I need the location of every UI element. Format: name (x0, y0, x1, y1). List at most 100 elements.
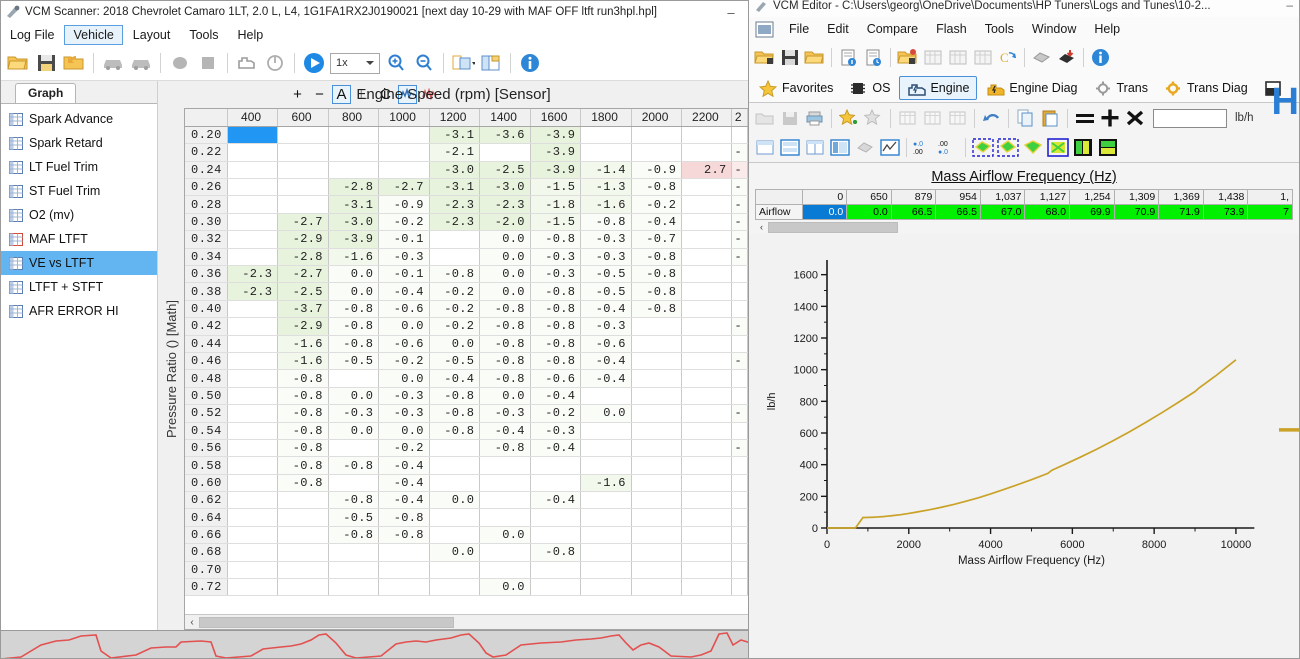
ve-grid-cell[interactable] (731, 422, 748, 440)
maf-cell[interactable]: 73.9 (1202, 204, 1249, 220)
ve-grid-cell[interactable] (681, 404, 733, 423)
ve-grid-row-header[interactable]: 0.68 (185, 543, 228, 562)
ve-grid-cell[interactable] (631, 543, 683, 562)
ve-grid-cell[interactable]: -0.3 (530, 248, 582, 267)
ve-grid-cell[interactable] (731, 387, 748, 406)
ve-grid-cell[interactable]: -0.8 (631, 178, 683, 197)
ve-grid-cell[interactable] (731, 578, 748, 597)
ve-grid-cell[interactable] (328, 578, 380, 597)
ve-grid-cell[interactable] (631, 369, 683, 388)
zoom-in-icon[interactable] (382, 49, 410, 77)
ve-grid-cell[interactable] (580, 126, 632, 145)
ve-grid-cell[interactable] (227, 561, 279, 580)
ve-grid-cell[interactable]: -0.4 (530, 439, 582, 458)
ve-grid-cell[interactable] (328, 161, 380, 180)
ve-grid-cell[interactable]: -0.8 (479, 300, 531, 319)
ve-grid-cell[interactable]: -0.8 (429, 387, 481, 406)
ve-grid-cell[interactable]: -0.5 (580, 265, 632, 284)
ve-grid-cell[interactable] (328, 143, 380, 162)
ve-grid-row-header[interactable]: 0.34 (185, 248, 228, 267)
ve-grid-cell[interactable] (681, 491, 733, 510)
ve-grid-cell[interactable] (681, 387, 733, 406)
ve-grid-cell[interactable]: -2.3 (227, 265, 279, 284)
ve-grid-row-header[interactable]: 0.56 (185, 439, 228, 458)
ve-grid-cell[interactable]: -0.8 (328, 456, 380, 475)
ve-grid-cell[interactable]: -0.8 (429, 404, 481, 423)
ve-grid-cell[interactable] (227, 230, 279, 249)
table-icon-3[interactable] (970, 45, 995, 70)
ve-grid-cell[interactable]: -0.4 (378, 282, 430, 301)
ve-grid-cell[interactable]: -0.5 (328, 508, 380, 527)
ve-grid-cell[interactable]: 0.0 (328, 282, 380, 301)
ve-grid-cell[interactable]: -3.1 (328, 195, 380, 214)
ve-grid-cell[interactable] (731, 474, 748, 493)
graph-icon[interactable] (877, 135, 902, 160)
ve-grid-row-header[interactable]: 0.22 (185, 143, 228, 162)
save-layout-icon[interactable] (477, 49, 505, 77)
ve-grid-cell[interactable]: -0.6 (378, 335, 430, 353)
tab-favorites[interactable]: Favorites (752, 77, 840, 99)
ve-grid-cell[interactable]: -0.8 (530, 335, 582, 353)
ve-grid-cell[interactable] (681, 456, 733, 475)
power-icon[interactable] (261, 49, 289, 77)
maf-col-header[interactable]: 1,309 (1113, 189, 1160, 205)
ve-grid-cell[interactable]: -0.8 (479, 335, 531, 353)
multiply-icon[interactable] (1122, 106, 1147, 131)
ve-grid-cell[interactable]: -3.0 (328, 213, 380, 232)
ve-grid-row-header[interactable]: 0.20 (185, 126, 228, 145)
table-icon-1[interactable] (920, 45, 945, 70)
ve-grid-row-header[interactable]: 0.38 (185, 282, 228, 301)
ve-grid-scroll[interactable]: 400 600 800 1000 1200 1400 1600 1800 2000 2200 2 0.… (185, 109, 748, 614)
maf-cell[interactable]: 0.0 (846, 204, 892, 220)
save-icon[interactable] (777, 45, 802, 70)
ve-grid-cell[interactable] (479, 143, 531, 162)
ve-grid-cell[interactable]: -0.3 (328, 404, 380, 423)
ve-grid-cell[interactable] (277, 161, 329, 180)
maf-cell[interactable]: 7 (1247, 204, 1293, 220)
ve-grid-cell[interactable] (681, 508, 733, 527)
ve-grid-cell[interactable]: -0.2 (429, 317, 481, 336)
table-icon-2[interactable] (945, 45, 970, 70)
ve-grid-cell[interactable]: - (731, 352, 748, 371)
ve-grid-cell[interactable]: -0.8 (479, 439, 531, 458)
ve-grid-row-header[interactable]: 0.70 (185, 561, 228, 580)
flash-read-icon[interactable] (1029, 45, 1054, 70)
sidebar-item-spark-advance[interactable]: Spark Advance (1, 107, 157, 131)
ve-grid-row-header[interactable]: 0.66 (185, 526, 228, 545)
menu-help[interactable]: Help (229, 26, 273, 44)
ve-grid-cell[interactable]: -3.1 (429, 126, 481, 145)
ve-grid-cell[interactable]: -0.8 (631, 265, 683, 284)
menu-vehicle[interactable]: Vehicle (64, 24, 123, 45)
ve-grid-cell[interactable]: 0.0 (378, 422, 430, 440)
maf-col-header[interactable]: 1,127 (1024, 189, 1071, 205)
ve-grid-cell[interactable]: -0.4 (378, 491, 430, 510)
ve-grid-cell[interactable] (631, 456, 683, 475)
ve-grid-cell[interactable] (429, 474, 481, 493)
ve-grid-cell[interactable]: -0.7 (631, 230, 683, 249)
vehicle-alt-icon[interactable] (127, 49, 155, 77)
ve-grid-cell[interactable] (479, 491, 531, 510)
ve-grid-row-header[interactable]: 0.54 (185, 422, 228, 440)
ve-grid-cell[interactable]: 0.0 (479, 248, 531, 267)
ve-grid-cell[interactable] (227, 439, 279, 458)
count-button[interactable]: C (376, 85, 395, 104)
ve-grid-cell[interactable] (731, 126, 748, 145)
ve-grid-cell[interactable]: - (731, 213, 748, 232)
ve-grid-cell[interactable]: - (731, 248, 748, 267)
editor-menu-tools[interactable]: Tools (976, 20, 1023, 38)
layout-icon[interactable] (449, 49, 477, 77)
ve-grid-cell[interactable] (227, 543, 279, 562)
ve-grid-cell[interactable] (731, 456, 748, 475)
ve-grid-cell[interactable] (731, 526, 748, 545)
maf-cell[interactable]: 70.9 (1113, 204, 1160, 220)
ve-grid-cell[interactable]: 0.0 (429, 491, 481, 510)
ve-grid-cell[interactable] (530, 456, 582, 475)
ve-grid-cell[interactable]: -0.8 (530, 317, 582, 336)
ve-grid-cell[interactable]: -0.4 (631, 213, 683, 232)
ve-grid-cell[interactable] (681, 126, 733, 145)
play-icon[interactable] (300, 49, 328, 77)
maf-col-header[interactable]: 1, (1247, 189, 1293, 205)
ve-grid-cell[interactable] (631, 352, 683, 371)
ve-grid-cell[interactable]: -3.0 (429, 161, 481, 180)
ve-grid-cell[interactable]: -0.8 (580, 213, 632, 232)
